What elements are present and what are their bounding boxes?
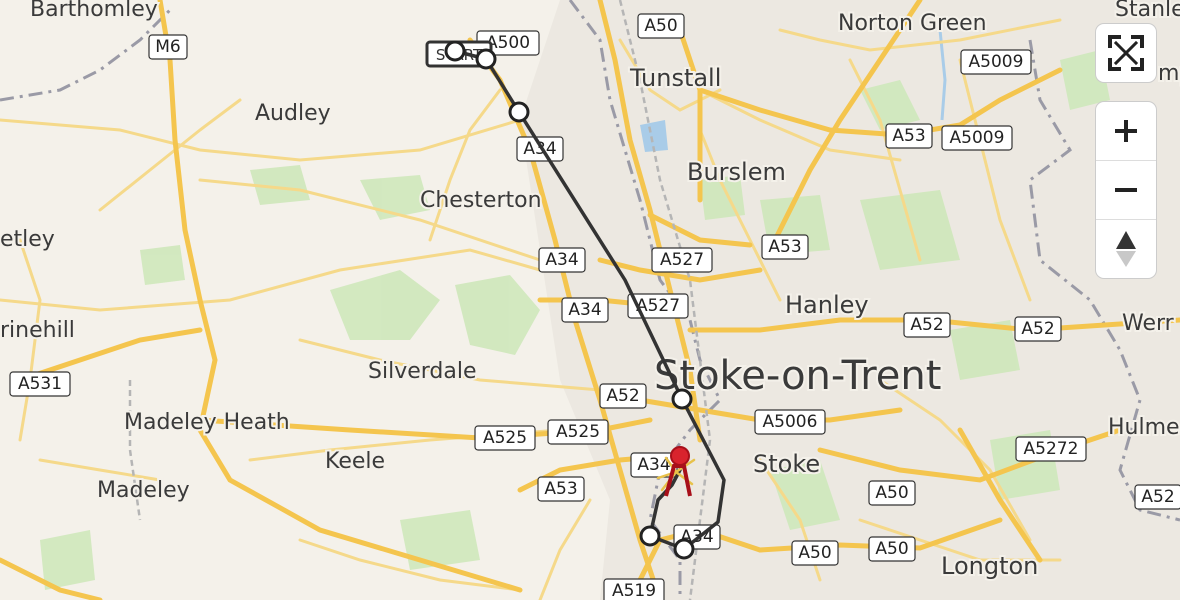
svg-text:A525: A525 [556, 422, 600, 442]
svg-text:A525: A525 [483, 428, 527, 448]
svg-text:A500: A500 [486, 33, 530, 53]
place-stoke-on-trent: Stoke-on-Trent [654, 353, 941, 399]
place-stoke: Stoke [753, 450, 820, 478]
zoom-out-button[interactable] [1096, 160, 1156, 219]
place-stanley: Stanley [1115, 0, 1180, 22]
zoom-in-button[interactable] [1096, 102, 1156, 160]
svg-text:A5009: A5009 [969, 52, 1024, 72]
svg-text:A531: A531 [18, 374, 62, 394]
svg-text:A519: A519 [612, 581, 656, 600]
road-shield: A34 [538, 247, 586, 273]
road-shield: A34 [561, 297, 609, 323]
road-shield: A52 [599, 383, 647, 409]
route-waypoint[interactable] [639, 525, 661, 547]
road-shield: A50 [868, 480, 916, 506]
place-silverdale: Silverdale [368, 359, 477, 384]
road-shield: A527 [651, 247, 713, 273]
place-norton-green: Norton Green [838, 11, 987, 36]
svg-text:A50: A50 [798, 543, 831, 563]
place-rinehill: rinehill [0, 318, 75, 343]
place-keele: Keele [325, 449, 385, 474]
compass-icon [1116, 231, 1136, 267]
road-shield: A5009 [960, 49, 1032, 75]
road-shield: A50 [791, 540, 839, 566]
place-chesterton: Chesterton [420, 188, 542, 213]
place-mp: mp [1158, 61, 1180, 86]
fullscreen-control[interactable] [1096, 24, 1156, 82]
road-shield: A531 [9, 371, 71, 397]
road-shield: A5272 [1015, 436, 1087, 462]
svg-text:A53: A53 [544, 479, 577, 499]
svg-text:A5006: A5006 [763, 412, 818, 432]
compass-button[interactable] [1096, 219, 1156, 278]
road-shield: A52 [1014, 316, 1062, 342]
svg-text:A52: A52 [1141, 487, 1174, 507]
road-shield: M6 [148, 34, 188, 60]
minus-icon [1115, 188, 1137, 192]
place-audley: Audley [255, 101, 331, 126]
road-shield: A525 [474, 425, 536, 451]
svg-text:A53: A53 [768, 237, 801, 257]
place-werr: Werr [1122, 311, 1175, 336]
road-shield: A50 [637, 13, 685, 39]
road-shield: A53 [885, 123, 933, 149]
route-waypoint[interactable] [673, 538, 695, 560]
svg-text:A53: A53 [892, 126, 925, 146]
map-view[interactable]: Barthomley Norton Green Stanley Tunstall… [0, 0, 1180, 600]
route-waypoint[interactable] [475, 48, 497, 70]
road-shield: A34 [516, 136, 564, 162]
svg-text:A5272: A5272 [1024, 439, 1079, 459]
place-madeley-heath: Madeley Heath [124, 410, 290, 435]
road-shield: A5009 [941, 125, 1013, 151]
zoom-control [1096, 102, 1156, 278]
place-burslem: Burslem [687, 158, 786, 186]
place-hanley: Hanley [785, 291, 869, 319]
road-shield: A525 [547, 419, 609, 445]
fullscreen-icon [1108, 35, 1144, 71]
svg-text:A50: A50 [875, 483, 908, 503]
svg-text:A52: A52 [606, 386, 639, 406]
svg-text:A52: A52 [910, 315, 943, 335]
place-etley: etley [0, 227, 55, 252]
route-waypoint[interactable] [508, 101, 530, 123]
road-shield: A53 [537, 476, 585, 502]
svg-text:A527: A527 [660, 250, 704, 270]
road-shield: A519 [603, 578, 665, 600]
place-hulme: Hulme [1108, 415, 1180, 440]
road-shield: A52 [903, 312, 951, 338]
svg-text:A5009: A5009 [950, 128, 1005, 148]
place-longton: Longton [941, 552, 1038, 580]
route-waypoint[interactable] [444, 40, 466, 62]
fullscreen-button[interactable] [1096, 24, 1156, 82]
svg-text:A34: A34 [545, 250, 578, 270]
place-madeley: Madeley [97, 478, 190, 503]
place-tunstall: Tunstall [629, 64, 721, 92]
map-canvas[interactable]: Barthomley Norton Green Stanley Tunstall… [0, 0, 1180, 600]
incident-pin-head-icon [670, 446, 690, 466]
plus-icon [1115, 120, 1137, 142]
svg-text:A52: A52 [1021, 319, 1054, 339]
svg-text:M6: M6 [155, 37, 180, 57]
svg-text:A50: A50 [875, 539, 908, 559]
svg-text:A34: A34 [523, 139, 556, 159]
road-shield: A5006 [754, 409, 826, 435]
road-shield: A50 [868, 536, 916, 562]
svg-text:A34: A34 [568, 300, 601, 320]
route-waypoint[interactable] [671, 388, 693, 410]
road-shield: A53 [761, 234, 809, 260]
place-barthomley: Barthomley [30, 0, 158, 22]
road-shield: A52 [1134, 484, 1180, 510]
svg-text:A50: A50 [644, 16, 677, 36]
